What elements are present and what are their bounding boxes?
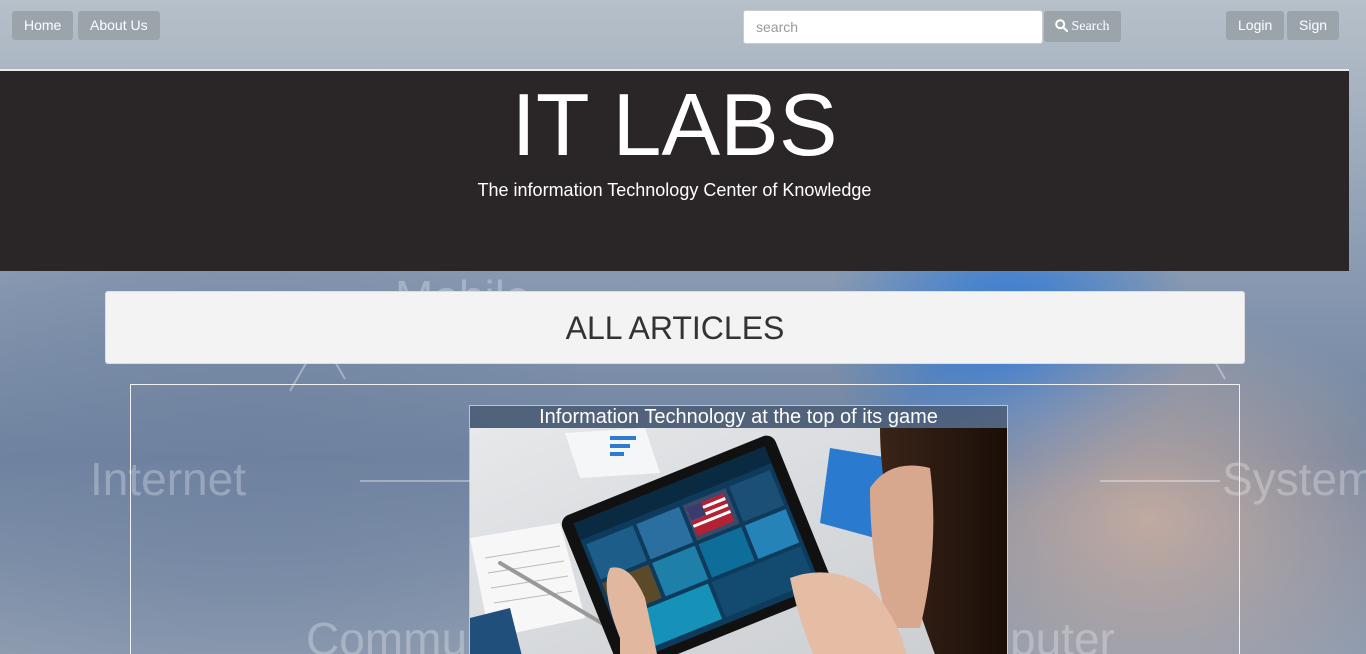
search-icon <box>1055 19 1069 33</box>
site-title: IT LABS <box>511 75 838 174</box>
article-image[interactable] <box>470 428 1007 654</box>
tablet-photo-illustration <box>470 428 1007 654</box>
home-button[interactable]: Home <box>12 11 74 40</box>
search-input[interactable] <box>743 10 1043 44</box>
search-button-label: Search <box>1071 19 1110 34</box>
articles-section-title: ALL ARTICLES <box>565 310 785 346</box>
article-title[interactable]: Information Technology at the top of its… <box>470 406 1007 428</box>
article-card[interactable]: Information Technology at the top of its… <box>469 405 1008 654</box>
login-button[interactable]: Login <box>1226 11 1285 40</box>
background-word: System <box>1222 453 1366 505</box>
search-button[interactable]: Search <box>1044 11 1121 42</box>
header-banner: IT LABS The information Technology Cente… <box>0 69 1349 271</box>
sign-button[interactable]: Sign <box>1287 11 1340 40</box>
about-us-button[interactable]: About Us <box>78 11 160 40</box>
articles-header-panel: ALL ARTICLES <box>105 291 1245 364</box>
top-navigation: Home About Us Search Login Sign <box>0 0 1366 68</box>
site-tagline: The information Technology Center of Kno… <box>477 180 872 200</box>
